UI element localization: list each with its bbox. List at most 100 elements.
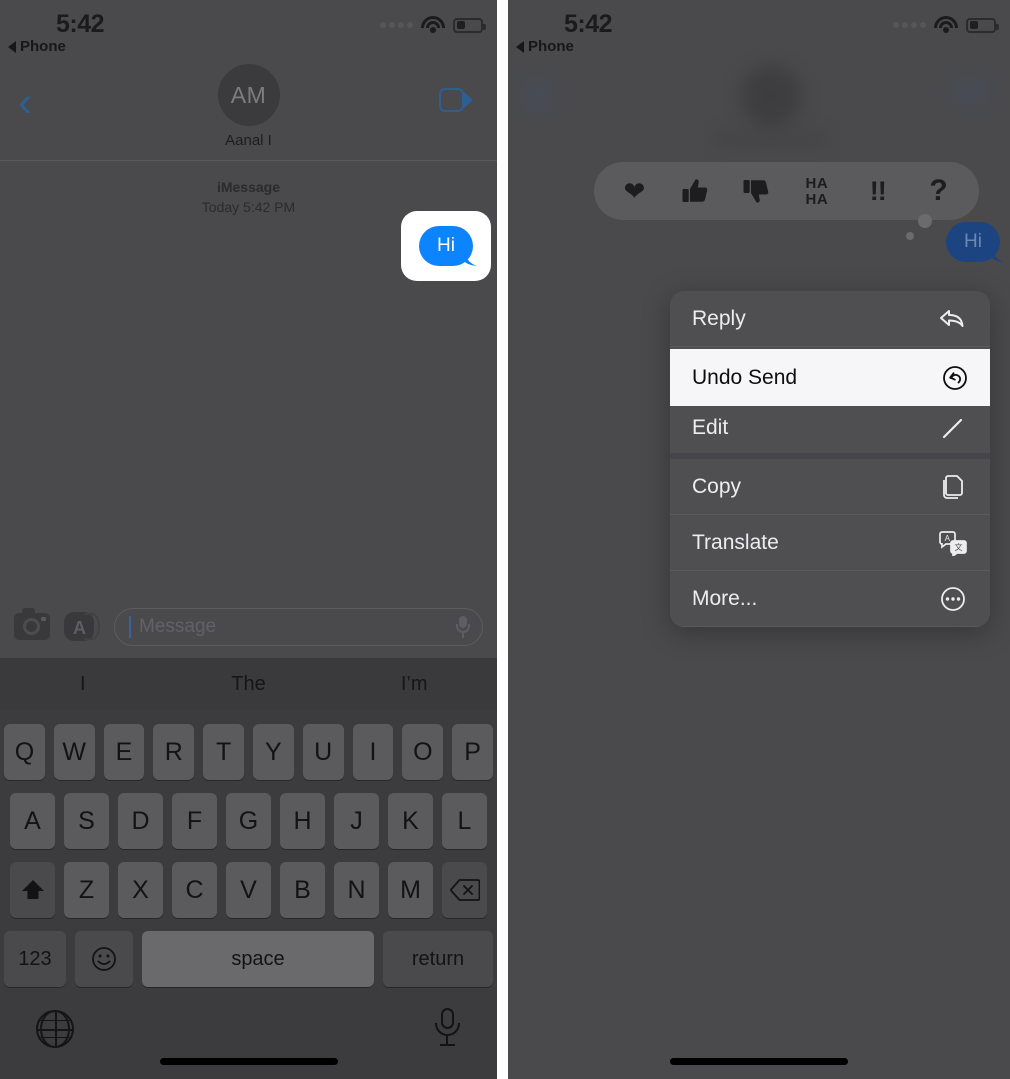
key-a[interactable]: A xyxy=(10,793,55,849)
smiley-icon[interactable] xyxy=(75,931,133,987)
microphone-icon[interactable] xyxy=(456,615,470,638)
suggestion-1[interactable]: The xyxy=(166,673,332,696)
menu-item-label: More... xyxy=(692,586,758,610)
status-indicators xyxy=(380,16,486,34)
service-label: iMessage xyxy=(216,179,281,195)
battery-low-icon xyxy=(966,17,999,33)
keyboard-row-1: Q W E R T Y U I O P xyxy=(0,724,497,780)
heart-icon[interactable]: ❤ xyxy=(611,168,657,214)
video-lens xyxy=(464,92,473,108)
menu-item-more[interactable]: More... xyxy=(670,571,990,627)
keyboard-row-2: A S D F G H J K L xyxy=(0,793,497,849)
key-n[interactable]: N xyxy=(334,862,379,918)
key-r[interactable]: R xyxy=(153,724,195,780)
back-to-phone[interactable]: Phone xyxy=(516,38,574,55)
wifi-icon xyxy=(421,16,445,34)
key-c[interactable]: C xyxy=(172,862,217,918)
contact-name: Aanal I xyxy=(225,132,272,149)
pencil-icon xyxy=(938,413,968,443)
tapback-tail-dot-small xyxy=(906,232,914,240)
message-input-field[interactable]: Message xyxy=(114,607,483,646)
return-key[interactable]: return xyxy=(383,931,493,987)
key-o[interactable]: O xyxy=(402,724,444,780)
menu-item-edit[interactable]: Edit xyxy=(670,403,990,459)
key-g[interactable]: G xyxy=(226,793,271,849)
thumbs-up-icon[interactable] xyxy=(672,168,718,214)
key-u[interactable]: U xyxy=(302,724,344,780)
video-body xyxy=(439,88,464,112)
key-q[interactable]: Q xyxy=(4,724,45,780)
app-store-icon[interactable]: A xyxy=(64,612,100,641)
key-k[interactable]: K xyxy=(388,793,433,849)
globe-icon[interactable] xyxy=(36,1010,74,1048)
key-s[interactable]: S xyxy=(64,793,109,849)
key-l[interactable]: L xyxy=(442,793,487,849)
suggestion-0[interactable]: I xyxy=(0,673,166,696)
key-x[interactable]: X xyxy=(118,862,163,918)
ellipsis-circle-icon xyxy=(938,584,968,614)
menu-item-label: Copy xyxy=(692,474,742,498)
key-t[interactable]: T xyxy=(203,724,244,780)
contact-block[interactable]: AM Aanal I xyxy=(0,64,497,149)
microphone-icon[interactable] xyxy=(435,1008,460,1048)
suggestion-2[interactable]: I’m xyxy=(331,673,497,696)
menu-item-label: Reply xyxy=(692,306,746,330)
svg-text:文: 文 xyxy=(955,542,963,552)
back-to-phone[interactable]: Phone xyxy=(8,38,66,55)
key-d[interactable]: D xyxy=(118,793,163,849)
onscreen-keyboard: I The I’m Q W E R T Y U I O P A S D F G … xyxy=(0,658,497,1079)
key-j[interactable]: J xyxy=(334,793,379,849)
status-time: 5:42 xyxy=(564,10,613,38)
video-camera-icon[interactable] xyxy=(439,88,473,112)
blurred-video-icon xyxy=(952,78,988,104)
menu-item-label: Edit xyxy=(692,416,729,439)
key-f[interactable]: F xyxy=(172,793,217,849)
menu-item-label: Undo Send xyxy=(692,365,798,389)
triangle-left-icon xyxy=(516,40,524,53)
camera-icon[interactable] xyxy=(14,608,50,640)
copy-pages-icon xyxy=(938,472,968,502)
menu-item-reply[interactable]: Reply xyxy=(670,291,990,347)
back-to-phone-label: Phone xyxy=(20,38,66,55)
menu-item-undo-send[interactable]: Undo Send xyxy=(670,349,990,406)
numbers-key[interactable]: 123 xyxy=(4,931,66,987)
text-caret xyxy=(129,615,131,638)
status-bar-left: 5:42 Phone xyxy=(0,0,497,56)
reply-arrow-icon xyxy=(938,304,968,334)
right-phone-screen: 5:42 Phone ❤ HA HA !! ? Hi Reply Edit Co… xyxy=(508,0,1010,1079)
key-i[interactable]: I xyxy=(352,724,394,780)
key-m[interactable]: M xyxy=(388,862,433,918)
exclamation-icon[interactable]: !! xyxy=(855,168,901,214)
space-key[interactable]: space xyxy=(142,931,374,987)
home-indicator[interactable] xyxy=(670,1058,848,1065)
status-bar-right: 5:42 Phone xyxy=(508,0,1010,56)
haha-icon[interactable]: HA HA xyxy=(794,168,840,214)
back-to-phone-label: Phone xyxy=(528,38,574,55)
left-phone-screen: 5:42 Phone ‹ AM Aanal I iMessage Today 5… xyxy=(0,0,497,1079)
menu-item-translate[interactable]: Translate A 文 xyxy=(670,515,990,571)
battery-low-icon xyxy=(453,17,486,33)
key-z[interactable]: Z xyxy=(64,862,109,918)
home-indicator[interactable] xyxy=(159,1058,338,1065)
key-e[interactable]: E xyxy=(103,724,145,780)
shift-up-icon[interactable] xyxy=(10,862,55,918)
focused-message-wrap: Hi xyxy=(946,222,1000,262)
key-y[interactable]: Y xyxy=(253,724,294,780)
key-b[interactable]: B xyxy=(280,862,325,918)
screenshot-stage: 5:42 Phone ‹ AM Aanal I iMessage Today 5… xyxy=(0,0,1010,1079)
message-context-menu: Reply Undo Send Edit Copy xyxy=(670,291,990,627)
menu-item-label: Translate xyxy=(692,530,779,554)
message-bubble[interactable]: Hi xyxy=(419,226,473,266)
conversation-header: ‹ AM Aanal I xyxy=(0,56,497,161)
thumbs-down-icon[interactable] xyxy=(733,168,779,214)
key-w[interactable]: W xyxy=(53,724,95,780)
tapback-tail-dot-large xyxy=(918,214,932,228)
key-p[interactable]: P xyxy=(452,724,493,780)
message-bubble[interactable]: Hi xyxy=(946,222,1000,262)
key-h[interactable]: H xyxy=(280,793,325,849)
question-icon[interactable]: ? xyxy=(916,168,962,214)
blurred-avatar xyxy=(740,65,802,127)
backspace-icon[interactable] xyxy=(442,862,487,918)
key-v[interactable]: V xyxy=(226,862,271,918)
menu-item-copy[interactable]: Copy xyxy=(670,459,990,515)
